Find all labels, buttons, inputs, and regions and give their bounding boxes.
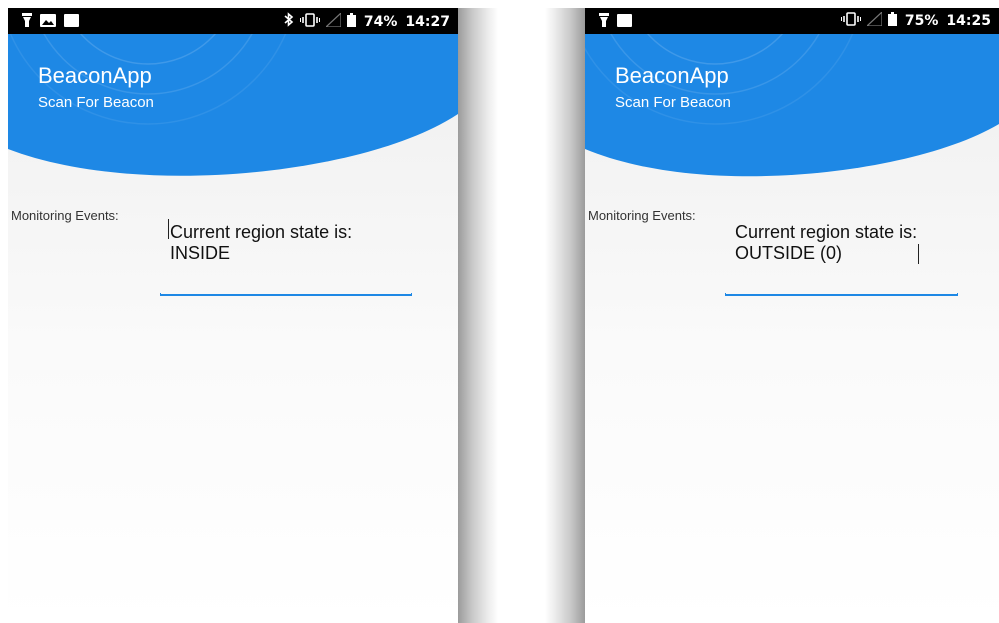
flashlight-icon [599,13,609,31]
region-state-field[interactable]: Current region state is: OUTSIDE (0) [725,216,958,296]
app-subtitle: Scan For Beacon [615,94,731,111]
region-state-text: Current region state is: INSIDE [170,222,353,263]
battery-icon [887,12,897,30]
square-icon [64,13,79,31]
bluetooth-icon [284,12,294,31]
right-phone-screen: 75% 14:25 BeaconApp Scan For Beacon Moni… [585,8,999,623]
screen-shadow [545,8,585,623]
app-header-banner [585,34,999,177]
app-title: BeaconApp [615,63,729,88]
region-state-field[interactable]: Current region state is: INSIDE [160,216,412,296]
battery-percent: 74% [363,13,398,30]
status-bar: 75% 14:25 [585,8,999,34]
field-underline [160,293,412,296]
app-subtitle: Scan For Beacon [38,94,154,111]
square-icon [617,13,632,31]
monitoring-events-label: Monitoring Events: [588,208,696,223]
flashlight-icon [22,13,32,31]
app-header-banner [8,34,458,176]
vibrate-icon [299,12,320,31]
text-cursor [168,219,169,239]
region-state-text: Current region state is: OUTSIDE (0) [735,222,918,263]
app-title: BeaconApp [38,63,152,88]
left-phone-screen: 74% 14:27 BeaconApp Scan For Beacon Moni… [8,8,458,623]
battery-icon [346,12,356,31]
text-cursor [918,244,920,264]
monitoring-events-label: Monitoring Events: [11,208,119,223]
image-icon [40,13,56,31]
signal-icon [865,10,883,30]
clock-time: 14:25 [946,13,991,29]
field-underline [725,293,958,296]
screen-shadow [458,8,498,623]
vibrate-icon [840,12,861,30]
signal-icon [324,11,342,31]
battery-percent: 75% [904,13,939,29]
clock-time: 14:27 [405,13,450,30]
status-bar: 74% 14:27 [8,8,458,34]
